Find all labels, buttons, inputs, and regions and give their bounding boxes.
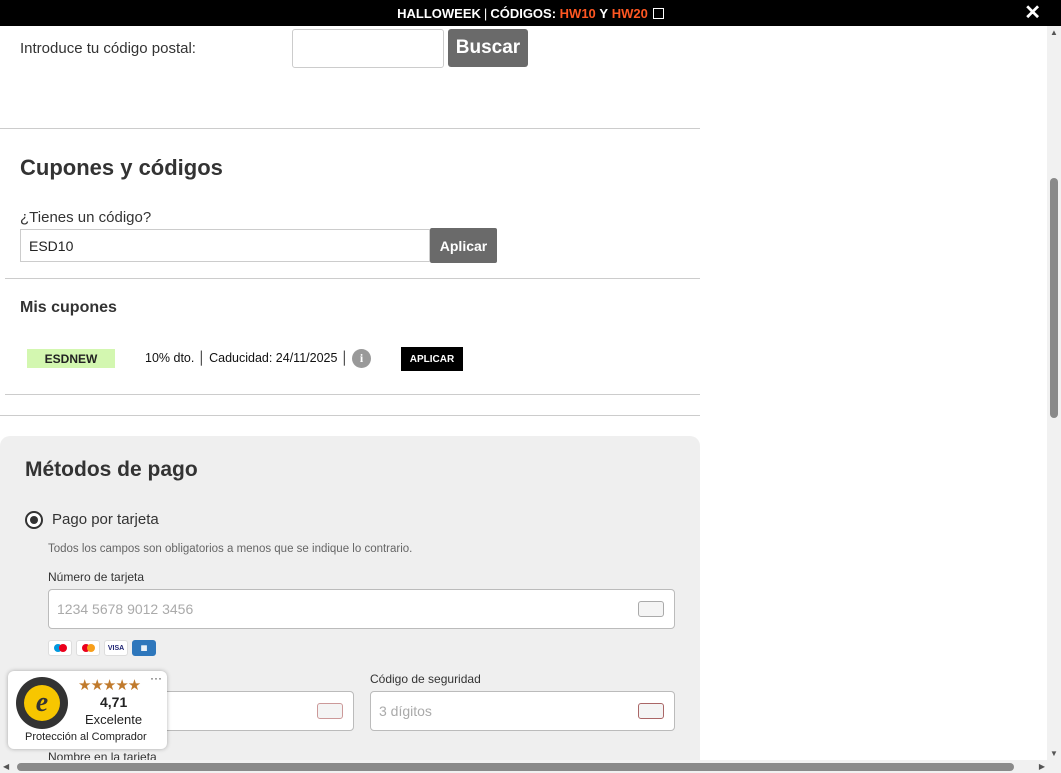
my-coupons-title: Mis cupones [20, 299, 117, 316]
search-button[interactable]: Buscar [448, 29, 528, 67]
promo-and: Y [599, 5, 609, 21]
apply-code-button[interactable]: Aplicar [430, 228, 497, 263]
horizontal-scroll-thumb[interactable] [17, 763, 1014, 771]
coupon-code-badge: ESDNEW [27, 349, 115, 368]
amex-icon: ▦ [132, 640, 156, 656]
divider [5, 394, 700, 395]
scroll-right-icon[interactable]: ▶ [1039, 762, 1045, 771]
divider [0, 128, 700, 129]
rating-score: 4,71 [100, 694, 128, 710]
card-number-label: Número de tarjeta [48, 570, 145, 584]
card-payment-radio[interactable] [25, 511, 43, 529]
promo-code-2: HW20 [611, 5, 648, 21]
card-icon [638, 601, 664, 617]
maestro-icon [48, 640, 72, 656]
coupon-description: 10% dto. │ Caducidad: 24/11/2025 │ [145, 351, 349, 365]
vertical-scroll-thumb[interactable] [1050, 178, 1058, 418]
card-brands: VISA ▦ [48, 640, 156, 656]
security-code-label: Código de seguridad [370, 672, 481, 686]
scroll-up-icon[interactable]: ▲ [1050, 28, 1058, 37]
payment-title: Métodos de pago [25, 458, 198, 481]
scroll-left-icon[interactable]: ◀ [3, 762, 9, 771]
postal-code-label: Introduce tu código postal: [20, 40, 196, 57]
codes-label: CÓDIGOS: [490, 5, 557, 21]
apply-coupon-button[interactable]: APLICAR [401, 347, 463, 371]
vertical-scrollbar[interactable]: ▲ ▼ [1047, 26, 1061, 760]
promo-banner[interactable]: HALLOWEEK | CÓDIGOS: HW10 Y HW20 ✕ [0, 0, 1061, 26]
horizontal-scrollbar[interactable]: ◀ ▶ [0, 760, 1061, 773]
trusted-shops-widget[interactable]: e ★★★★★ ··· 4,71 Excelente Protección al… [8, 671, 167, 749]
coupon-code-input[interactable]: ESD10 [20, 229, 430, 262]
visa-icon: VISA [104, 640, 128, 656]
card-number-input[interactable]: 1234 5678 9012 3456 [48, 589, 675, 629]
security-code-input[interactable]: 3 dígitos [370, 691, 675, 731]
buyer-protection-label: Protección al Comprador [25, 731, 147, 743]
checkout-page: HALLOWEEK | CÓDIGOS: HW10 Y HW20 ✕ Intro… [0, 0, 1061, 773]
expiry-date-input[interactable] [150, 691, 354, 731]
required-fields-notice: Todos los campos son obligatorios a meno… [48, 543, 413, 555]
card-expiry-icon [317, 703, 343, 719]
code-question-label: ¿Tienes un código? [20, 209, 152, 226]
divider [5, 278, 700, 279]
scroll-down-icon[interactable]: ▼ [1050, 749, 1058, 758]
info-icon[interactable]: i [352, 349, 371, 368]
rating-label: Excelente [85, 712, 143, 727]
card-cvc-icon [638, 703, 664, 719]
postal-code-input[interactable] [292, 29, 444, 68]
more-icon[interactable]: ··· [150, 671, 162, 685]
coupons-title: Cupones y códigos [20, 155, 223, 180]
promo-code-1: HW10 [559, 5, 596, 21]
card-payment-label[interactable]: Pago por tarjeta [52, 511, 159, 528]
external-link-icon[interactable] [652, 7, 664, 19]
mastercard-icon [76, 640, 100, 656]
close-icon[interactable]: ✕ [1024, 3, 1041, 23]
promo-name: HALLOWEEK [397, 5, 481, 21]
divider [0, 415, 700, 416]
trusted-shops-seal: e [16, 677, 68, 729]
rating-stars: ★★★★★ [78, 677, 141, 694]
